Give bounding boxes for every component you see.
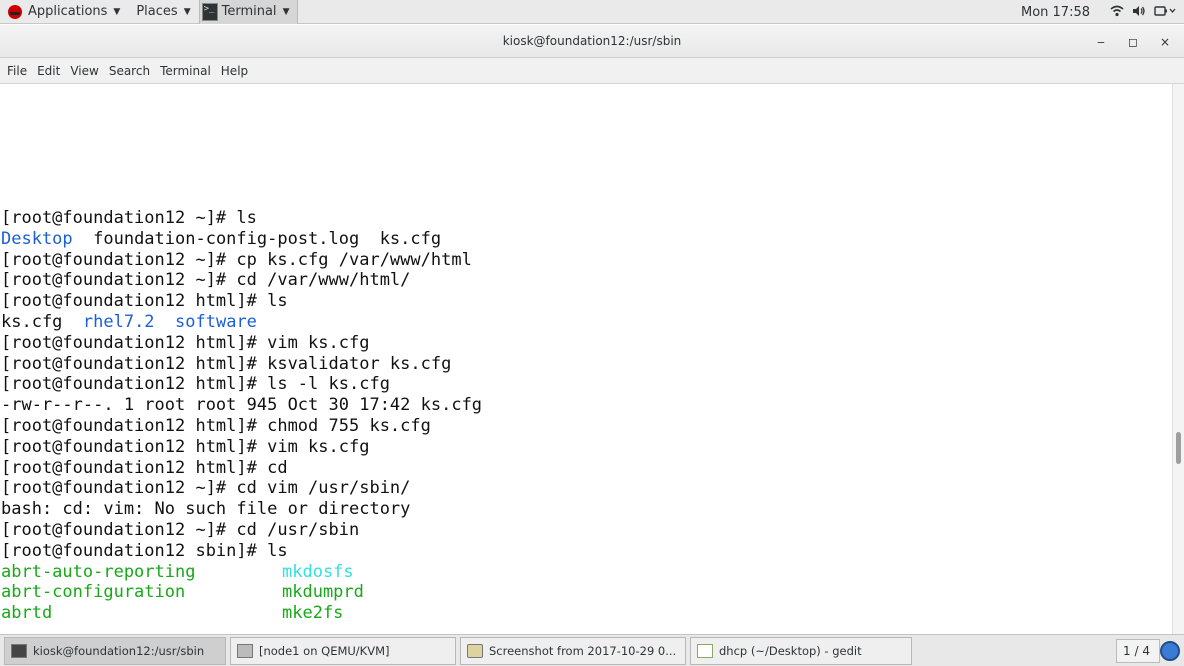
task-label: Screenshot from 2017-10-29 0... <box>489 643 677 658</box>
terminal-line: [root@foundation12 html]# ls <box>1 291 288 312</box>
chevron-down-icon: ▼ <box>113 6 121 17</box>
app-menu-label: Terminal <box>221 4 277 19</box>
terminal-text-segment: software <box>175 311 257 332</box>
terminal-line: bash: cd: vim: No such file or directory <box>1 499 411 520</box>
volume-icon[interactable] <box>1132 5 1146 20</box>
system-tray: Mon 17:58 <box>1021 0 1184 24</box>
terminal-text-segment: Desktop <box>1 228 73 249</box>
ls-entry: mkdosfs <box>282 561 354 582</box>
ls-entry: abrtd <box>1 603 53 624</box>
terminal-line: -rw-r--r--. 1 root root 945 Oct 30 17:42… <box>1 395 483 416</box>
task-screenshot[interactable]: Screenshot from 2017-10-29 0... <box>460 636 686 665</box>
terminal-lines: [root@foundation12 ~]# ls Desktop foundat… <box>1 208 482 624</box>
ls-listing-row: abrt-auto-reporting mkdosfs <box>1 562 482 583</box>
menu-view[interactable]: View <box>65 64 103 78</box>
terminal-line: [root@foundation12 sbin]# ls <box>1 540 288 561</box>
terminal-line: [root@foundation12 ~]# cp ks.cfg /var/ww… <box>1 249 472 270</box>
terminal-text-segment: foundation-config-post.log ks.cfg <box>72 228 442 249</box>
menu-edit[interactable]: Edit <box>32 64 65 78</box>
window-title: kiosk@foundation12:/usr/sbin <box>502 34 682 48</box>
terminal-line: [root@foundation12 html]# ksvalidator ks… <box>1 353 452 374</box>
ls-entry: abrt-configuration <box>1 582 186 603</box>
terminal-line: [root@foundation12 ~]# ls <box>1 208 257 228</box>
window-titlebar[interactable]: kiosk@foundation12:/usr/sbin ‒ ◻ × <box>0 25 1184 58</box>
terminal-line: [root@foundation12 html]# vim ks.cfg <box>1 332 370 353</box>
task-label: kiosk@foundation12:/usr/sbin <box>33 643 205 658</box>
scrollbar-thumb[interactable] <box>1176 432 1181 464</box>
minimize-button[interactable]: ‒ <box>1092 33 1110 51</box>
terminal-line: [root@foundation12 html]# chmod 755 ks.c… <box>1 415 431 436</box>
vm-icon <box>237 643 253 658</box>
close-button[interactable]: × <box>1156 33 1174 51</box>
ls-listing-row: abrt-configuration mkdumprd <box>1 582 482 603</box>
terminal-line: [root@foundation12 html]# ls -l ks.cfg <box>1 374 390 395</box>
terminal-icon <box>11 643 27 658</box>
task-terminal[interactable]: kiosk@foundation12:/usr/sbin <box>4 636 226 665</box>
terminal-line: Desktop foundation-config-post.log ks.cf… <box>1 229 482 250</box>
ls-entry: mke2fs <box>282 603 344 624</box>
top-panel: Applications ▼ Places ▼ >_ Terminal ▼ Mo… <box>0 0 1184 24</box>
menu-help[interactable]: Help <box>216 64 253 78</box>
menu-search[interactable]: Search <box>104 64 155 78</box>
terminal-line: [root@foundation12 ~]# cd /var/www/html/ <box>1 270 411 291</box>
redhat-logo-icon <box>8 4 22 19</box>
menubar: File Edit View Search Terminal Help <box>0 58 1184 84</box>
app-menu-terminal[interactable]: >_ Terminal ▼ <box>198 0 299 24</box>
places-label: Places <box>136 4 178 19</box>
places-menu[interactable]: Places ▼ <box>128 0 198 24</box>
taskbar: kiosk@foundation12:/usr/sbin [node1 on Q… <box>0 634 1184 666</box>
terminal-text-segment: ks.cfg <box>1 311 83 332</box>
workspace-indicator[interactable]: 1 / 4 <box>1123 644 1150 658</box>
task-label: dhcp (~/Desktop) - gedit <box>719 643 862 658</box>
chevron-down-icon: ▼ <box>282 6 290 17</box>
terminal-line: ks.cfg rhel7.2 software <box>1 312 482 333</box>
ls-entry: abrt-auto-reporting <box>1 561 196 582</box>
terminal-line: [root@foundation12 html]# vim ks.cfg <box>1 436 370 457</box>
task-gedit[interactable]: dhcp (~/Desktop) - gedit <box>690 636 912 665</box>
terminal-output[interactable]: [root@foundation12 ~]# ls Desktop foundat… <box>0 84 1172 634</box>
menu-terminal[interactable]: Terminal <box>155 64 216 78</box>
task-label: [node1 on QEMU/KVM] <box>259 643 390 658</box>
terminal-line: [root@foundation12 ~]# cd vim /usr/sbin/ <box>1 478 411 499</box>
ls-listing-row: abrtd mke2fs <box>1 603 482 624</box>
chevron-down-icon: ▼ <box>183 6 191 17</box>
applications-label: Applications <box>28 4 108 19</box>
ls-entry: mkdumprd <box>282 582 364 603</box>
power-icon[interactable] <box>1154 5 1176 20</box>
gedit-icon <box>697 643 713 658</box>
scrollbar[interactable] <box>1172 84 1184 634</box>
terminal-text-segment: rhel7.2 <box>82 311 155 332</box>
applications-menu[interactable]: Applications ▼ <box>0 0 128 24</box>
terminal-line: [root@foundation12 html]# cd <box>1 457 288 478</box>
task-vm[interactable]: [node1 on QEMU/KVM] <box>230 636 456 665</box>
clock[interactable]: Mon 17:58 <box>1021 5 1090 20</box>
screenshot-icon <box>467 643 483 658</box>
maximize-button[interactable]: ◻ <box>1124 33 1142 51</box>
terminal-icon: >_ <box>201 2 218 21</box>
wifi-icon[interactable] <box>1110 5 1124 20</box>
terminal-line: [root@foundation12 ~]# cd /usr/sbin <box>1 519 360 540</box>
notification-icon[interactable] <box>1160 641 1180 661</box>
menu-file[interactable]: File <box>2 64 32 78</box>
